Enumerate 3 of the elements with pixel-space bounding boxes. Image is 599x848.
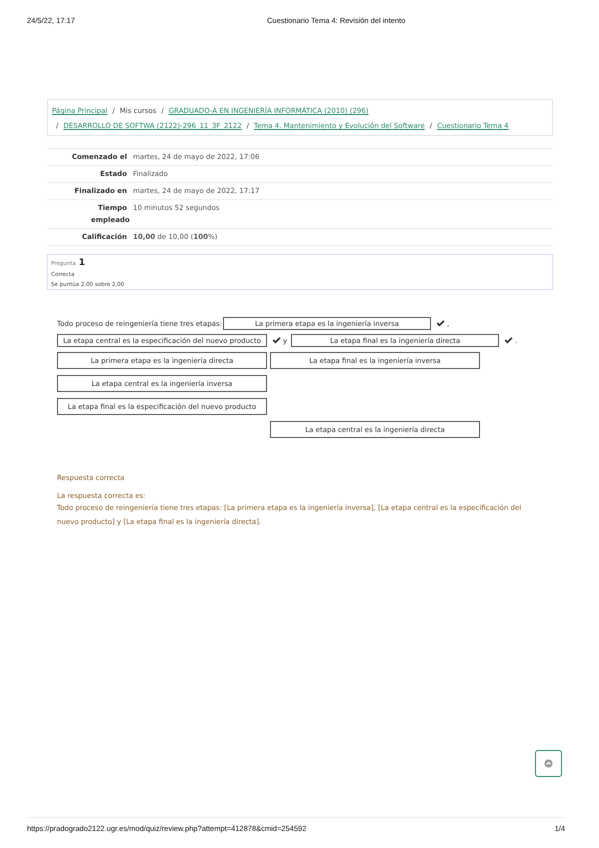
scroll-top-button[interactable] bbox=[535, 750, 562, 777]
arrow-up-icon bbox=[544, 759, 553, 768]
question-number: 1 bbox=[78, 258, 85, 268]
